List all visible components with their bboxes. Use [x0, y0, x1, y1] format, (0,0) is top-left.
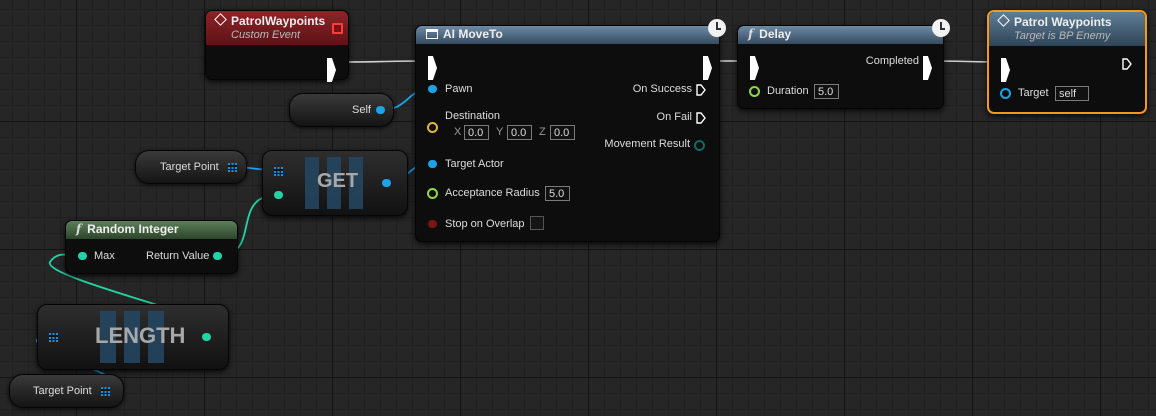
destination-x-field[interactable]: 0.0	[464, 125, 489, 140]
blueprint-graph[interactable]: PatrolWaypoints Custom Event Self Target…	[0, 0, 1156, 416]
acceptance-radius-label: Acceptance Radius	[445, 187, 540, 199]
target-point-node-top[interactable]: Target Point	[135, 150, 247, 184]
patrol-waypoints-node[interactable]: Patrol Waypoints Target is BP Enemy Targ…	[987, 10, 1147, 114]
delay-title: Delay	[759, 27, 792, 41]
exec-out-pin[interactable]	[703, 56, 712, 80]
ai-moveto-node[interactable]: AI MoveTo Pawn Destination X 0.0 Y 0.0 Z…	[415, 19, 726, 242]
delay-header: f Delay	[738, 26, 943, 44]
get-index-pin[interactable]	[274, 191, 283, 199]
duration-label: Duration	[767, 85, 809, 97]
stop-on-overlap-pin[interactable]	[428, 220, 437, 228]
custom-event-title: PatrolWaypoints	[231, 14, 326, 28]
function-icon: f	[748, 27, 754, 41]
exec-in-pin[interactable]	[1001, 58, 1010, 82]
array-grid-icon[interactable]	[101, 387, 110, 396]
patrol-waypoints-title: Patrol Waypoints	[1014, 15, 1112, 29]
ai-moveto-title: AI MoveTo	[443, 27, 503, 41]
ai-moveto-icon	[426, 29, 438, 39]
x-label: X	[454, 126, 462, 138]
self-node[interactable]: Self	[289, 93, 394, 127]
on-success-pin[interactable]	[696, 84, 706, 96]
completed-pin[interactable]	[923, 56, 932, 80]
random-integer-header: f Random Integer	[66, 221, 237, 239]
movement-result-label: Movement Result	[604, 138, 690, 150]
destination-label: Destination	[445, 110, 501, 122]
custom-event-subtitle: Custom Event	[231, 29, 301, 41]
acceptance-radius-field[interactable]: 5.0	[545, 186, 570, 201]
array-grid-icon[interactable]	[274, 167, 283, 176]
custom-event-header: PatrolWaypoints Custom Event	[206, 11, 348, 45]
exec-in-pin[interactable]	[750, 56, 759, 80]
clock-icon	[708, 19, 726, 37]
acceptance-radius-pin[interactable]	[427, 188, 438, 199]
array-grid-icon[interactable]	[228, 163, 237, 172]
duration-field[interactable]: 5.0	[814, 84, 839, 99]
exec-in-pin[interactable]	[428, 56, 437, 80]
delay-node[interactable]: f Delay Completed Duration 5.0	[737, 19, 950, 109]
return-value-pin[interactable]	[213, 252, 222, 260]
target-pin[interactable]	[1000, 88, 1011, 99]
target-label: Target	[1018, 87, 1049, 99]
target-field[interactable]: self	[1055, 86, 1089, 101]
clock-icon	[932, 19, 950, 37]
array-grid-icon[interactable]	[49, 333, 58, 342]
delegate-pin-icon[interactable]	[332, 23, 343, 34]
on-success-label: On Success	[632, 83, 692, 95]
on-fail-label: On Fail	[656, 111, 692, 123]
destination-z-field[interactable]: 0.0	[550, 125, 575, 140]
target-point-node-bottom[interactable]: Target Point	[9, 374, 124, 408]
random-integer-node[interactable]: f Random Integer Max Return Value	[65, 220, 238, 274]
ai-moveto-header: AI MoveTo	[416, 26, 719, 44]
movement-result-pin[interactable]	[694, 140, 705, 151]
duration-pin[interactable]	[749, 86, 760, 97]
function-icon: f	[76, 222, 82, 236]
diamond-icon	[997, 14, 1010, 27]
return-value-label: Return Value	[146, 250, 210, 262]
custom-event-node[interactable]: PatrolWaypoints Custom Event	[205, 10, 349, 82]
target-point-label-top: Target Point	[160, 161, 219, 173]
pawn-pin[interactable]	[428, 85, 437, 93]
max-label: Max	[94, 250, 115, 262]
destination-y-field[interactable]: 0.0	[507, 125, 532, 140]
get-label: GET	[317, 170, 359, 192]
stop-on-overlap-checkbox[interactable]	[530, 216, 544, 230]
length-output-pin[interactable]	[202, 333, 211, 341]
max-pin[interactable]	[78, 252, 87, 260]
get-output-pin[interactable]	[382, 179, 391, 187]
target-actor-pin[interactable]	[428, 160, 437, 168]
patrol-waypoints-header: Patrol Waypoints Target is BP Enemy	[989, 12, 1145, 46]
length-node[interactable]: LENGTH	[37, 304, 229, 370]
on-fail-pin[interactable]	[696, 112, 706, 124]
exec-out-pin[interactable]	[1122, 58, 1132, 70]
y-label: Y	[496, 126, 504, 138]
patrol-waypoints-subtitle: Target is BP Enemy	[1014, 30, 1111, 42]
exec-out-pin[interactable]	[327, 58, 336, 82]
diamond-icon	[214, 13, 227, 26]
completed-label: Completed	[865, 55, 919, 67]
stop-on-overlap-label: Stop on Overlap	[445, 218, 525, 230]
length-label: LENGTH	[95, 323, 186, 348]
random-integer-title: Random Integer	[87, 222, 179, 236]
pawn-label: Pawn	[445, 83, 473, 95]
get-node[interactable]: GET	[262, 150, 408, 216]
destination-pin[interactable]	[427, 122, 438, 133]
target-actor-label: Target Actor	[445, 158, 504, 170]
self-label: Self	[352, 104, 371, 116]
z-label: Z	[539, 126, 546, 138]
target-point-label-bottom: Target Point	[33, 385, 92, 397]
self-output-pin[interactable]	[376, 106, 385, 114]
